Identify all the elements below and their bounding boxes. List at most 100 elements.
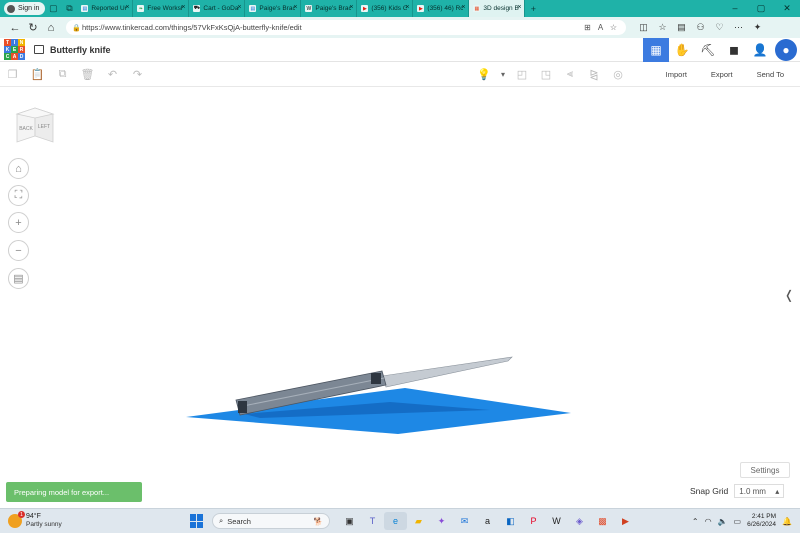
- notifications-bell-icon[interactable]: 🔔: [782, 517, 792, 526]
- copilot-taskbar-icon[interactable]: ✦: [430, 512, 453, 530]
- extensions-icon[interactable]: ⚇: [691, 22, 710, 33]
- logo-letter: C: [4, 53, 11, 60]
- battery-icon[interactable]: ▭: [734, 517, 742, 526]
- send-to-button[interactable]: Send To: [745, 70, 796, 79]
- maximize-icon[interactable]: ▢: [748, 3, 774, 14]
- export-button[interactable]: Export: [699, 70, 745, 79]
- photos-icon[interactable]: ◈: [568, 512, 591, 530]
- duplicate-icon[interactable]: ⧉: [50, 68, 75, 81]
- close-tab-icon[interactable]: ×: [405, 4, 409, 11]
- light-bulb-icon[interactable]: 💡: [472, 68, 496, 81]
- browser-tab[interactable]: ▤ Reported Uni ×: [77, 0, 134, 17]
- taskbar-clock[interactable]: 2:41 PM 6/26/2024: [747, 513, 776, 529]
- outlook-icon[interactable]: ◧: [499, 512, 522, 530]
- bricks-icon[interactable]: ⛏: [695, 38, 721, 62]
- close-tab-icon[interactable]: ×: [237, 4, 241, 11]
- cruise-icon[interactable]: ◎: [606, 68, 630, 81]
- task-view-icon[interactable]: ▣: [338, 512, 361, 530]
- workplane-viewport[interactable]: BACK LEFT ⌂ ⛶ + − ▤ ❬ Preparing model fo…: [0, 88, 800, 508]
- back-icon[interactable]: ←: [6, 22, 24, 34]
- import-button[interactable]: Import: [654, 70, 699, 79]
- tinkercad-header: TINKERCAD Butterfly knife ▦ ✋ ⛏ ◼ 👤 ●: [0, 37, 800, 62]
- settings-button[interactable]: Settings: [740, 462, 790, 478]
- favorites-icon[interactable]: ☆: [653, 22, 672, 33]
- copy-icon[interactable]: ❐: [0, 68, 25, 81]
- collections-icon[interactable]: ▤: [672, 22, 691, 33]
- browser-tab-title: Free Workshe: [147, 5, 183, 12]
- file-explorer-icon[interactable]: ▰: [407, 512, 430, 530]
- wix-icon: W: [305, 5, 313, 12]
- paste-icon[interactable]: 📋: [25, 68, 50, 81]
- wikipedia-icon[interactable]: W: [545, 512, 568, 530]
- browser-tab-title: Paige's Bracel: [259, 5, 296, 12]
- browser-tab[interactable]: WPaige's Bracel×: [301, 0, 358, 17]
- taskbar-search-box[interactable]: ⌕ Search 🐕: [212, 513, 330, 529]
- mail-icon[interactable]: ✉: [453, 512, 476, 530]
- close-window-icon[interactable]: ✕: [774, 3, 800, 14]
- volume-icon[interactable]: 🔈: [718, 517, 728, 526]
- address-bar-row: ← ↻ ⌂ 🔒 https://www.tinkercad.com/things…: [0, 17, 800, 38]
- design-title[interactable]: Butterfly knife: [50, 45, 111, 55]
- close-tab-icon[interactable]: ×: [293, 4, 297, 11]
- amazon-icon[interactable]: a: [476, 512, 499, 530]
- workspaces-icon[interactable]: ▢: [45, 1, 61, 17]
- teams-icon[interactable]: T: [361, 512, 384, 530]
- browser-tab[interactable]: ▶ (356) Kids Gr ×: [357, 0, 414, 17]
- read-aloud-icon[interactable]: A: [594, 23, 607, 32]
- weather-widget[interactable]: 1 94°F Partly sunny: [8, 511, 178, 529]
- knife-blade: [381, 356, 513, 388]
- edge-icon[interactable]: e: [384, 512, 407, 530]
- undo-icon[interactable]: ↶: [100, 68, 125, 81]
- app-available-icon[interactable]: ⊞: [581, 23, 594, 32]
- snap-grid-select[interactable]: 1.0 mm ▴: [734, 484, 785, 498]
- close-tab-icon[interactable]: ×: [181, 4, 185, 11]
- user-avatar[interactable]: ●: [775, 38, 797, 61]
- pinned-apps: ▣ T e ▰ ✦ ✉ a ◧ P W ◈ ▩ ▶: [338, 512, 637, 530]
- office-icon[interactable]: ▩: [591, 512, 614, 530]
- browser-tab[interactable]: ❧Free Workshe×: [133, 0, 190, 17]
- browser-tab[interactable]: ▤Paige's Bracel×: [245, 0, 302, 17]
- url-field[interactable]: 🔒 https://www.tinkercad.com/things/57VkF…: [66, 20, 626, 35]
- browser-tab[interactable]: ▦ 3D design Bu ×: [469, 0, 526, 17]
- home-icon[interactable]: ⌂: [42, 22, 60, 34]
- tab-actions-icon[interactable]: ⧉: [61, 1, 77, 17]
- sign-in-button[interactable]: Sign in: [4, 2, 46, 15]
- close-tab-icon[interactable]: ×: [461, 4, 465, 11]
- new-tab-icon[interactable]: +: [525, 1, 541, 17]
- delete-icon[interactable]: 🗑: [75, 68, 100, 81]
- tinkercad-logo[interactable]: TINKERCAD: [4, 39, 25, 60]
- align-icon[interactable]: ⫷: [558, 68, 582, 81]
- shape-tools: 💡 ▾ ◰ ◳ ⫷ ⧎ ◎: [472, 68, 630, 81]
- close-tab-icon[interactable]: ×: [125, 4, 129, 11]
- snap-grid-value: 1.0 mm: [739, 486, 766, 496]
- redo-icon[interactable]: ↷: [125, 68, 150, 81]
- powerpoint-icon[interactable]: ▶: [614, 512, 637, 530]
- wifi-icon[interactable]: ◠: [705, 517, 712, 526]
- add-collaborator-icon[interactable]: 👤: [747, 38, 773, 62]
- ungroup-icon[interactable]: ◳: [534, 68, 558, 81]
- close-tab-icon[interactable]: ×: [517, 4, 521, 11]
- copilot-icon[interactable]: ✦: [748, 22, 767, 33]
- cart-icon: ⛟: [193, 5, 201, 12]
- sim-lab-icon[interactable]: ◼: [721, 38, 747, 62]
- group-icon[interactable]: ◰: [510, 68, 534, 81]
- more-options-icon[interactable]: ⋯: [729, 22, 748, 33]
- browser-essentials-icon[interactable]: ♡: [710, 22, 729, 33]
- chevron-down-icon[interactable]: ▾: [496, 70, 510, 79]
- split-screen-icon[interactable]: ◫: [634, 22, 653, 33]
- show-hidden-icons-chevron-icon[interactable]: ⌃: [692, 517, 699, 526]
- blocks-icon[interactable]: ✋: [669, 38, 695, 62]
- windows-start-icon[interactable]: [190, 514, 204, 528]
- refresh-icon[interactable]: ↻: [24, 21, 42, 34]
- pinterest-icon[interactable]: P: [522, 512, 545, 530]
- browser-tab[interactable]: ⛟ Cart - GoDad ×: [189, 0, 246, 17]
- close-tab-icon[interactable]: ×: [349, 4, 353, 11]
- favorite-star-icon[interactable]: ☆: [607, 23, 620, 32]
- mirror-icon[interactable]: ⧎: [582, 68, 606, 81]
- minimize-icon[interactable]: –: [722, 3, 748, 14]
- weather-sun-icon: 1: [8, 511, 25, 528]
- lock-icon[interactable]: 🔒: [72, 24, 82, 32]
- browser-tab[interactable]: ▶(356) 46) Rob×: [413, 0, 470, 17]
- 3d-view-grid-icon[interactable]: ▦: [643, 37, 669, 62]
- design-menu-icon[interactable]: [34, 45, 44, 54]
